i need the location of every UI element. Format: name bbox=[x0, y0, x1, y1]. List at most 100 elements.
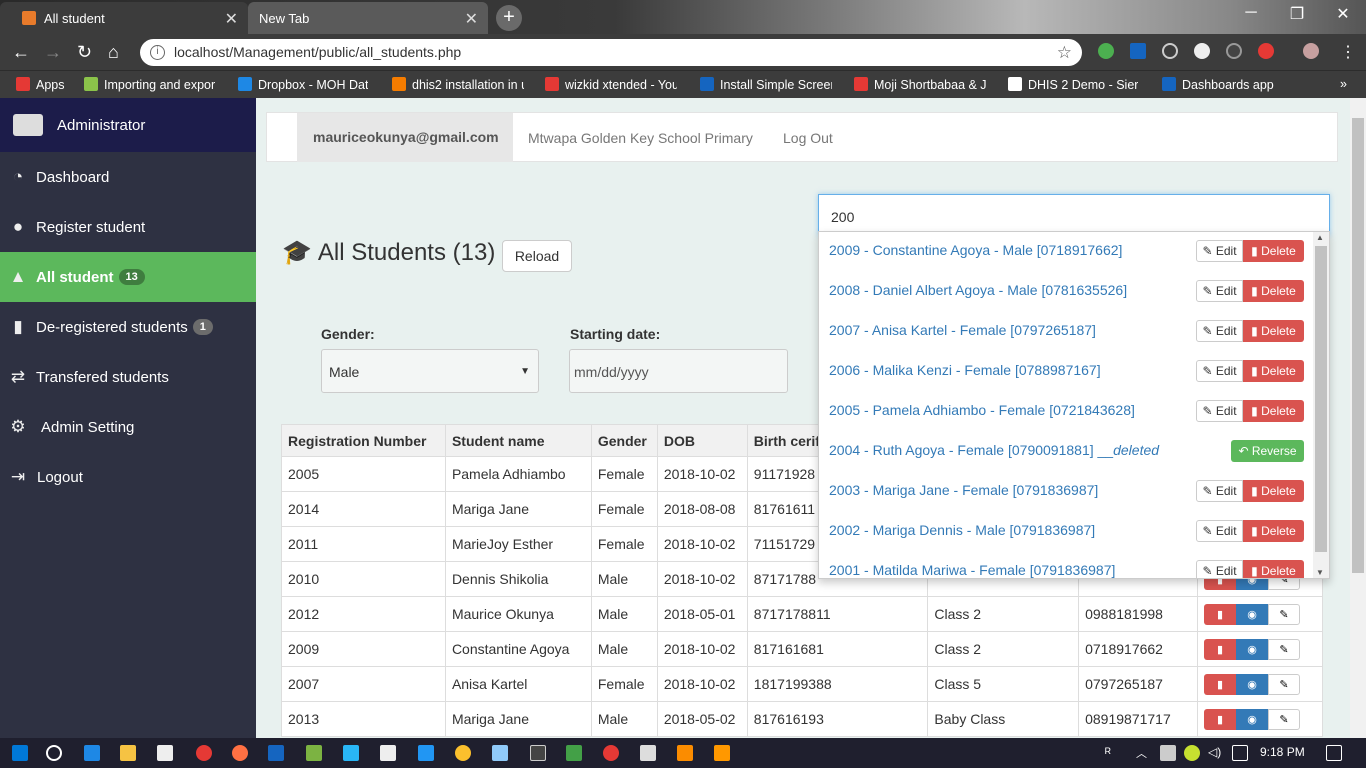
close-tab-icon[interactable]: ✕ bbox=[225, 9, 238, 29]
bookmark-item[interactable]: Dropbox - MOH Dat bbox=[238, 77, 368, 92]
edit-button[interactable]: ✎ Edit bbox=[1196, 280, 1243, 302]
edit-button[interactable]: ✎ Edit bbox=[1196, 480, 1243, 502]
sidebar-item-register-student[interactable]: ● Register student bbox=[0, 202, 256, 252]
extension-icon[interactable] bbox=[1098, 43, 1114, 59]
delete-row-button[interactable]: ▮ bbox=[1204, 638, 1237, 660]
windows-app-icon[interactable] bbox=[343, 745, 359, 761]
forward-icon[interactable]: → bbox=[44, 42, 62, 63]
delete-button[interactable]: ▮ Delete bbox=[1243, 320, 1304, 342]
dropdown-scrollbar[interactable]: ▲ ▼ bbox=[1313, 232, 1329, 578]
search-result-item[interactable]: 2008 - Daniel Albert Agoya - Male [07816… bbox=[819, 272, 1314, 312]
view-row-button[interactable]: ◉ bbox=[1236, 673, 1269, 695]
scrollbar-thumb[interactable] bbox=[1352, 118, 1364, 573]
xampp-icon[interactable] bbox=[677, 745, 693, 761]
search-result-text[interactable]: 2005 - Pamela Adhiambo - Female [0721843… bbox=[829, 402, 1135, 418]
delete-row-button[interactable]: ▮ bbox=[1204, 603, 1237, 625]
info-icon[interactable]: i bbox=[150, 45, 165, 60]
search-result-item[interactable]: 2003 - Mariga Jane - Female [0791836987]… bbox=[819, 472, 1314, 512]
app-icon[interactable] bbox=[640, 745, 656, 761]
app-icon[interactable] bbox=[530, 745, 546, 761]
bookmark-item[interactable]: dhis2 installation in u bbox=[392, 77, 524, 92]
bookmark-item[interactable]: wizkid xtended - You bbox=[545, 77, 677, 92]
volume-icon[interactable]: ◁) bbox=[1208, 745, 1224, 761]
delete-button[interactable]: ▮ Delete bbox=[1243, 400, 1304, 422]
edit-button[interactable]: ✎ Edit bbox=[1196, 400, 1243, 422]
user-email[interactable]: mauriceokunya@gmail.com bbox=[297, 113, 513, 162]
home-icon[interactable]: ⌂ bbox=[108, 42, 119, 63]
edit-row-button[interactable]: ✎ bbox=[1268, 708, 1301, 730]
bookmark-apps[interactable]: Apps bbox=[16, 77, 65, 92]
app-icon[interactable] bbox=[492, 745, 508, 761]
clock[interactable]: 9:18 PM bbox=[1260, 745, 1305, 759]
edit-row-button[interactable]: ✎ bbox=[1268, 638, 1301, 660]
sidebar-item-all-student[interactable]: ▲ All student 13 bbox=[0, 252, 256, 302]
firefox-icon[interactable] bbox=[232, 745, 248, 761]
notifications-icon[interactable] bbox=[1326, 745, 1342, 761]
windows-start-icon[interactable] bbox=[12, 745, 28, 761]
vlc-icon[interactable] bbox=[714, 745, 730, 761]
bookmark-item[interactable]: Install Simple Screen bbox=[700, 77, 832, 92]
close-window-icon[interactable]: ✕ bbox=[1328, 4, 1358, 24]
view-row-button[interactable]: ◉ bbox=[1236, 638, 1269, 660]
close-tab-icon[interactable]: ✕ bbox=[465, 9, 478, 29]
extension-icon[interactable] bbox=[1258, 43, 1274, 59]
android-studio-icon[interactable] bbox=[306, 745, 322, 761]
back-icon[interactable]: ← bbox=[12, 42, 30, 63]
app-icon[interactable] bbox=[268, 745, 284, 761]
bookmark-item[interactable]: Dashboards app bbox=[1162, 77, 1292, 92]
delete-row-button[interactable]: ▮ bbox=[1204, 708, 1237, 730]
chrome-icon[interactable] bbox=[455, 745, 471, 761]
edit-row-button[interactable]: ✎ bbox=[1268, 603, 1301, 625]
search-result-item[interactable]: 2007 - Anisa Kartel - Female [0797265187… bbox=[819, 312, 1314, 352]
url-field[interactable]: i localhost/Management/public/all_studen… bbox=[140, 39, 1082, 66]
delete-button[interactable]: ▮ Delete bbox=[1243, 360, 1304, 382]
delete-button[interactable]: ▮ Delete bbox=[1243, 520, 1304, 542]
tray-app-icon[interactable] bbox=[1184, 745, 1200, 761]
bookmark-item[interactable]: Moji Shortbabaa & Ja bbox=[854, 77, 986, 92]
view-row-button[interactable]: ◉ bbox=[1236, 603, 1269, 625]
edit-button[interactable]: ✎ Edit bbox=[1196, 320, 1243, 342]
extension-icon[interactable] bbox=[1194, 43, 1210, 59]
tab-all-student[interactable]: All student ✕ bbox=[0, 2, 248, 34]
profile-avatar-icon[interactable] bbox=[1303, 43, 1319, 59]
scrollbar-thumb[interactable] bbox=[1315, 246, 1327, 552]
search-result-item[interactable]: 2001 - Matilda Mariwa - Female [07918369… bbox=[819, 552, 1314, 578]
network-icon[interactable] bbox=[1160, 745, 1176, 761]
people-icon[interactable]: ᴿ bbox=[1105, 745, 1121, 761]
search-result-text[interactable]: 2004 - Ruth Agoya - Female [0790091881] … bbox=[829, 442, 1159, 458]
more-bookmarks-icon[interactable]: » bbox=[1340, 77, 1347, 91]
edit-button[interactable]: ✎ Edit bbox=[1196, 560, 1243, 578]
search-result-item[interactable]: 2004 - Ruth Agoya - Female [0790091881] … bbox=[819, 432, 1314, 472]
edit-button[interactable]: ✎ Edit bbox=[1196, 240, 1243, 262]
delete-button[interactable]: ▮ Delete bbox=[1243, 240, 1304, 262]
bookmark-star-icon[interactable]: ☆ bbox=[1057, 39, 1072, 66]
app-icon[interactable] bbox=[566, 745, 582, 761]
search-result-text[interactable]: 2003 - Mariga Jane - Female [0791836987] bbox=[829, 482, 1098, 498]
file-explorer-icon[interactable] bbox=[120, 745, 136, 761]
search-result-text[interactable]: 2008 - Daniel Albert Agoya - Male [07816… bbox=[829, 282, 1127, 298]
edit-row-button[interactable]: ✎ bbox=[1268, 673, 1301, 695]
student-search-input[interactable]: 200 bbox=[818, 194, 1330, 236]
search-result-item[interactable]: 2002 - Mariga Dennis - Male [0791836987]… bbox=[819, 512, 1314, 552]
store-icon[interactable] bbox=[157, 745, 173, 761]
sidebar-item-admin-setting[interactable]: ⚙ Admin Setting bbox=[0, 402, 256, 452]
reload-button[interactable]: Reload bbox=[502, 240, 572, 272]
delete-row-button[interactable]: ▮ bbox=[1204, 673, 1237, 695]
sidebar-item-deregistered-students[interactable]: ▮ De-registered students 1 bbox=[0, 302, 256, 352]
bookmark-item[interactable]: DHIS 2 Demo - Sierra bbox=[1008, 77, 1138, 92]
mail-icon[interactable] bbox=[380, 745, 396, 761]
chevron-up-icon[interactable]: ︿ bbox=[1136, 745, 1152, 761]
opera-icon[interactable] bbox=[196, 745, 212, 761]
search-result-text[interactable]: 2007 - Anisa Kartel - Female [0797265187… bbox=[829, 322, 1096, 338]
delete-button[interactable]: ▮ Delete bbox=[1243, 480, 1304, 502]
edge-icon[interactable] bbox=[84, 745, 100, 761]
logout-link[interactable]: Log Out bbox=[783, 130, 833, 146]
scroll-up-icon[interactable]: ▲ bbox=[1316, 233, 1324, 242]
search-result-text[interactable]: 2009 - Constantine Agoya - Male [0718917… bbox=[829, 242, 1122, 258]
delete-button[interactable]: ▮ Delete bbox=[1243, 560, 1304, 578]
extension-icon[interactable] bbox=[1162, 43, 1178, 59]
vscode-icon[interactable] bbox=[418, 745, 434, 761]
menu-kebab-icon[interactable]: ⋮ bbox=[1340, 42, 1356, 62]
search-result-text[interactable]: 2002 - Mariga Dennis - Male [0791836987] bbox=[829, 522, 1095, 538]
app-icon[interactable] bbox=[603, 745, 619, 761]
